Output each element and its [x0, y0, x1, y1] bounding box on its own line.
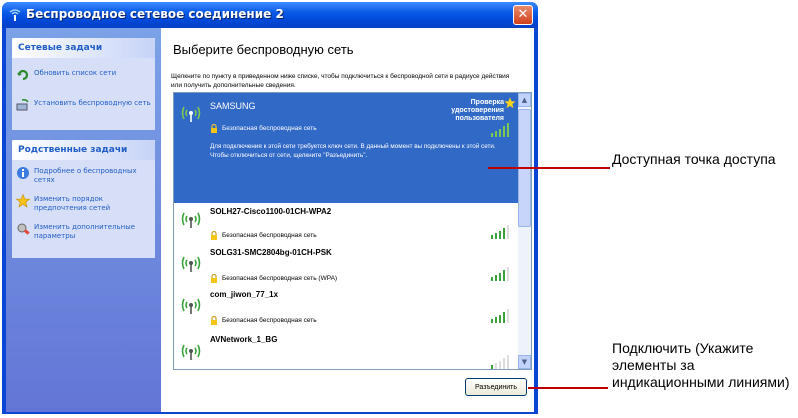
access-point-callout-line	[488, 167, 610, 169]
task-label: Изменить порядок предпочтения сетей	[34, 195, 111, 212]
network-security: Безопасная беспроводная сеть	[222, 232, 317, 239]
wireless-connection-window: Беспроводное сетевое соединение 2 ✕ Сете…	[2, 2, 538, 414]
network-item[interactable]: SOLG31-SMC2804bg-01CH-PSK Безопасная бес…	[174, 245, 518, 288]
related-tasks-group: Родственные задачи Подробнее о беспровод…	[12, 140, 155, 258]
signal-strength-icon	[491, 123, 509, 137]
scroll-up-icon[interactable]: ▲	[518, 93, 531, 107]
network-security: Безопасная беспроводная сеть	[222, 125, 317, 132]
access-point-callout: Доступная точка доступа	[612, 151, 776, 167]
network-item[interactable]: AVNetwork_1_BG	[174, 329, 518, 369]
network-description: Для подключения к этой сети требуется кл…	[210, 143, 496, 159]
task-label: Подробнее о беспроводных сетях	[34, 167, 137, 184]
connect-callout: Подключить (Укажите элементы за индикаци…	[612, 340, 790, 390]
lock-icon	[211, 124, 217, 133]
signal-strength-icon	[491, 309, 509, 323]
info-icon	[17, 167, 29, 179]
task-label: Изменить дополнительные параметры	[34, 223, 136, 240]
wireless-network-icon	[9, 9, 21, 21]
star-icon	[16, 194, 30, 208]
signal-strength-icon	[491, 267, 509, 281]
settings-icon	[17, 223, 30, 235]
network-item[interactable]: SOLH27-Cisco1100-01CH-WPA2 Безопасная бе…	[174, 203, 518, 246]
disconnect-button[interactable]: Разъединить	[465, 378, 527, 396]
task-label: Обновить список сети	[34, 69, 117, 77]
signal-strength-icon	[491, 225, 509, 239]
window-title: Беспроводное сетевое соединение 2	[26, 7, 284, 21]
connect-callout-line	[528, 387, 608, 389]
network-item-selected[interactable]: SAMSUNG Безопасная беспроводная сеть Про…	[174, 93, 518, 204]
network-tasks-group: Сетевые задачи Обновить список сети Уста…	[12, 38, 155, 130]
related-tasks-header[interactable]: Родственные задачи	[12, 140, 155, 160]
network-security: Безопасная беспроводная сеть	[222, 317, 317, 324]
network-tasks-header[interactable]: Сетевые задачи	[12, 38, 155, 58]
lock-icon	[211, 231, 217, 240]
lock-icon	[211, 274, 217, 283]
intro-text: Щелкните по пункту в приведенном ниже сп…	[171, 73, 510, 89]
antenna-icon	[181, 256, 201, 272]
task-pane: Сетевые задачи Обновить список сети Уста…	[6, 28, 161, 412]
page-title: Выберите беспроводную сеть	[173, 42, 354, 57]
wireless-network-list[interactable]: SAMSUNG Безопасная беспроводная сеть Про…	[173, 92, 532, 370]
network-ssid: SOLH27-Cisco1100-01CH-WPA2	[210, 207, 332, 216]
network-security: Безопасная беспроводная сеть (WPA)	[222, 275, 338, 282]
lock-icon	[211, 316, 217, 325]
network-ssid: AVNetwork_1_BG	[210, 335, 278, 344]
antenna-icon	[181, 344, 201, 360]
setup-network-icon	[16, 99, 29, 111]
title-bar[interactable]: Беспроводное сетевое соединение 2 ✕	[2, 2, 538, 28]
network-ssid: com_jiwon_77_1x	[210, 290, 279, 299]
signal-strength-icon	[491, 355, 509, 369]
list-scrollbar[interactable]: ▲ ▼	[518, 93, 531, 369]
antenna-icon	[181, 212, 201, 228]
close-icon: ✕	[517, 7, 529, 22]
network-item[interactable]: com_jiwon_77_1x Безопасная беспроводная …	[174, 287, 518, 330]
close-button[interactable]: ✕	[513, 5, 533, 25]
verify-identity-label: Проверка удостоверения пользователя	[451, 99, 504, 122]
scroll-down-icon[interactable]: ▼	[518, 355, 531, 369]
task-label: Установить беспроводную сеть	[34, 99, 151, 107]
refresh-icon	[17, 69, 29, 81]
window-client-area: Сетевые задачи Обновить список сети Уста…	[6, 28, 534, 412]
main-content: Выберите беспроводную сеть Щелкните по п…	[161, 28, 534, 412]
antenna-icon	[181, 106, 201, 122]
antenna-icon	[181, 298, 201, 314]
star-icon	[504, 97, 516, 109]
network-ssid: SOLG31-SMC2804bg-01CH-PSK	[210, 248, 332, 257]
network-ssid: SAMSUNG	[210, 101, 256, 111]
